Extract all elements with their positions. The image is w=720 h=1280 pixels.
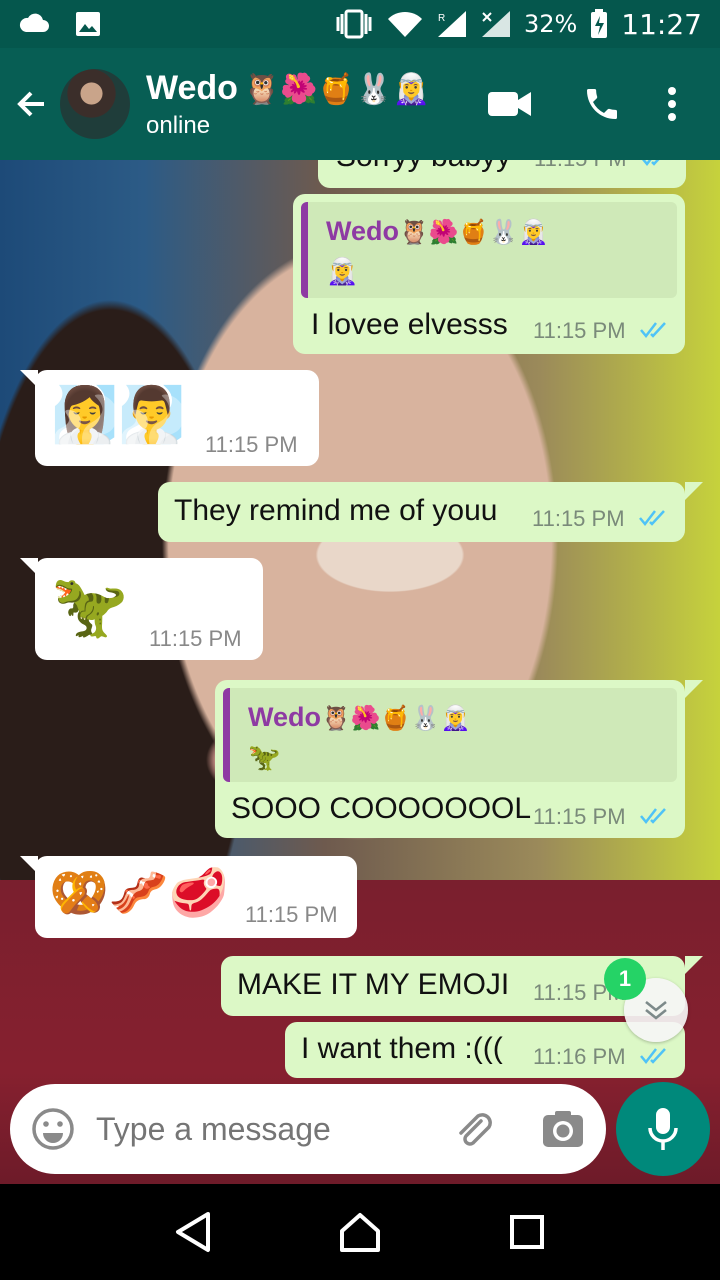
nav-recents-button[interactable] <box>497 1202 557 1262</box>
quoted-sender-name: Wedo <box>248 702 321 732</box>
more-options-button[interactable] <box>648 64 696 144</box>
message-time: 11:15 PM <box>533 318 626 343</box>
message-text: They remind me of youu <box>174 494 498 527</box>
read-ticks-icon <box>642 160 660 166</box>
nav-home-button[interactable] <box>330 1202 390 1262</box>
message-emojis: 🧖‍♀️🧖‍♂️ <box>51 385 186 445</box>
message-text: SOOO COOOOOOOL <box>231 792 532 825</box>
square-recents-icon <box>509 1215 544 1249</box>
navigation-bar <box>0 1184 720 1280</box>
read-ticks-icon <box>640 1048 666 1064</box>
arrow-left-icon <box>17 91 44 117</box>
read-ticks-icon <box>640 808 666 824</box>
message-bubble[interactable]: They remind me of youu 11:15 PM <box>158 482 685 542</box>
message-time: 11:15 PM <box>532 506 625 531</box>
bubble-tail <box>685 482 703 500</box>
message-time: 11:15 PM <box>245 902 338 927</box>
contact-info[interactable]: Wedo 🦉🌺🍯🐰🧝‍♀️ online <box>146 69 430 140</box>
attach-button[interactable] <box>448 1104 498 1154</box>
read-ticks-icon <box>639 510 665 526</box>
phone-icon <box>587 89 617 119</box>
quoted-body: 🧝‍♀️ <box>326 256 359 286</box>
message-bubble[interactable]: Wedo🦉🌺🍯🐰🧝‍♀️ 🦖 SOOO COOOOOOOL 11:15 PM <box>215 680 685 838</box>
message-bubble[interactable]: Wedo🦉🌺🍯🐰🧝‍♀️ 🧝‍♀️ I lovee elvesss 11:15 … <box>293 194 685 354</box>
cloud-icon <box>19 13 49 32</box>
paperclip-icon <box>459 1113 492 1146</box>
quoted-message[interactable]: Wedo🦉🌺🍯🐰🧝‍♀️ 🧝‍♀️ <box>301 202 677 298</box>
unread-count-badge: 1 <box>604 958 646 1000</box>
microphone-icon <box>648 1108 678 1150</box>
vibrate-icon <box>336 9 372 39</box>
signal-icon: R <box>437 11 466 37</box>
read-ticks-icon <box>640 322 666 338</box>
voice-call-button[interactable] <box>556 64 648 144</box>
signal-x-icon <box>481 11 510 37</box>
quoted-sender-emojis: 🦉🌺🍯🐰🧝‍♀️ <box>399 219 549 246</box>
message-time: 11:16 PM <box>533 1044 626 1069</box>
message-bubble[interactable]: 🥨🥓🥩 11:15 PM <box>35 856 357 938</box>
triangle-back-icon <box>176 1212 211 1252</box>
status-bar: R 32% 11:27 <box>0 0 720 48</box>
bubble-tail <box>685 956 703 974</box>
message-bubble[interactable]: Sorryy babyy 11:15 PM <box>318 160 686 188</box>
message-bubble[interactable]: 🧖‍♀️🧖‍♂️ 11:15 PM <box>35 370 319 466</box>
camera-button[interactable] <box>538 1104 588 1154</box>
video-call-button[interactable] <box>464 64 556 144</box>
quoted-sender: Wedo🦉🌺🍯🐰🧝‍♀️ <box>326 216 548 247</box>
wifi-icon <box>387 11 422 37</box>
contact-avatar[interactable] <box>60 69 130 139</box>
camera-icon <box>543 1111 583 1147</box>
message-text: MAKE IT MY EMOJI <box>237 968 510 1001</box>
contact-name: Wedo <box>146 68 238 107</box>
message-bubble[interactable]: 🦖 11:15 PM <box>35 558 263 660</box>
nav-back-button[interactable] <box>163 1202 223 1262</box>
quoted-sender-emojis: 🦉🌺🍯🐰🧝‍♀️ <box>321 705 471 732</box>
smiley-icon <box>32 1108 74 1150</box>
contact-status: online <box>146 111 211 139</box>
quoted-sender: Wedo🦉🌺🍯🐰🧝‍♀️ <box>248 702 470 733</box>
message-text: I want them :((( <box>301 1032 503 1065</box>
battery-icon <box>591 9 608 38</box>
more-vertical-icon <box>668 87 676 121</box>
message-time: 11:15 PM <box>205 432 298 457</box>
message-time: 11:15 PM <box>534 160 627 172</box>
message-input[interactable] <box>96 1110 416 1148</box>
home-icon <box>339 1213 380 1252</box>
battery-percent: 32% <box>523 10 578 38</box>
message-time: 11:15 PM <box>149 626 242 651</box>
quoted-sender-name: Wedo <box>326 216 399 246</box>
voice-message-button[interactable] <box>616 1082 710 1176</box>
quoted-message[interactable]: Wedo🦉🌺🍯🐰🧝‍♀️ 🦖 <box>223 688 677 782</box>
bubble-tail <box>685 680 703 698</box>
emoji-button[interactable] <box>10 1084 96 1174</box>
message-bubble[interactable]: I want them :((( 11:16 PM <box>285 1022 685 1078</box>
message-composer <box>10 1084 606 1174</box>
contact-name-emojis: 🦉🌺🍯🐰🧝‍♀️ <box>243 71 430 107</box>
message-emojis: 🦖 <box>51 572 129 641</box>
image-icon <box>76 12 100 36</box>
message-time: 11:15 PM <box>533 804 626 829</box>
message-text: I lovee elvesss <box>311 308 508 341</box>
message-emojis: 🥨🥓🥩 <box>49 867 229 920</box>
clock: 11:27 <box>621 7 702 41</box>
video-camera-icon <box>488 92 531 116</box>
chat-area[interactable]: Sorryy babyy 11:15 PM Wedo🦉🌺🍯🐰🧝‍♀️ 🧝‍♀️ … <box>0 160 720 1184</box>
back-button[interactable] <box>4 48 60 160</box>
message-text: Sorryy babyy <box>336 160 511 174</box>
chat-header: Wedo 🦉🌺🍯🐰🧝‍♀️ online <box>0 48 720 160</box>
quoted-body: 🦖 <box>248 742 281 772</box>
chevron-double-down-icon <box>645 1000 667 1020</box>
svg-text:R: R <box>438 13 445 24</box>
